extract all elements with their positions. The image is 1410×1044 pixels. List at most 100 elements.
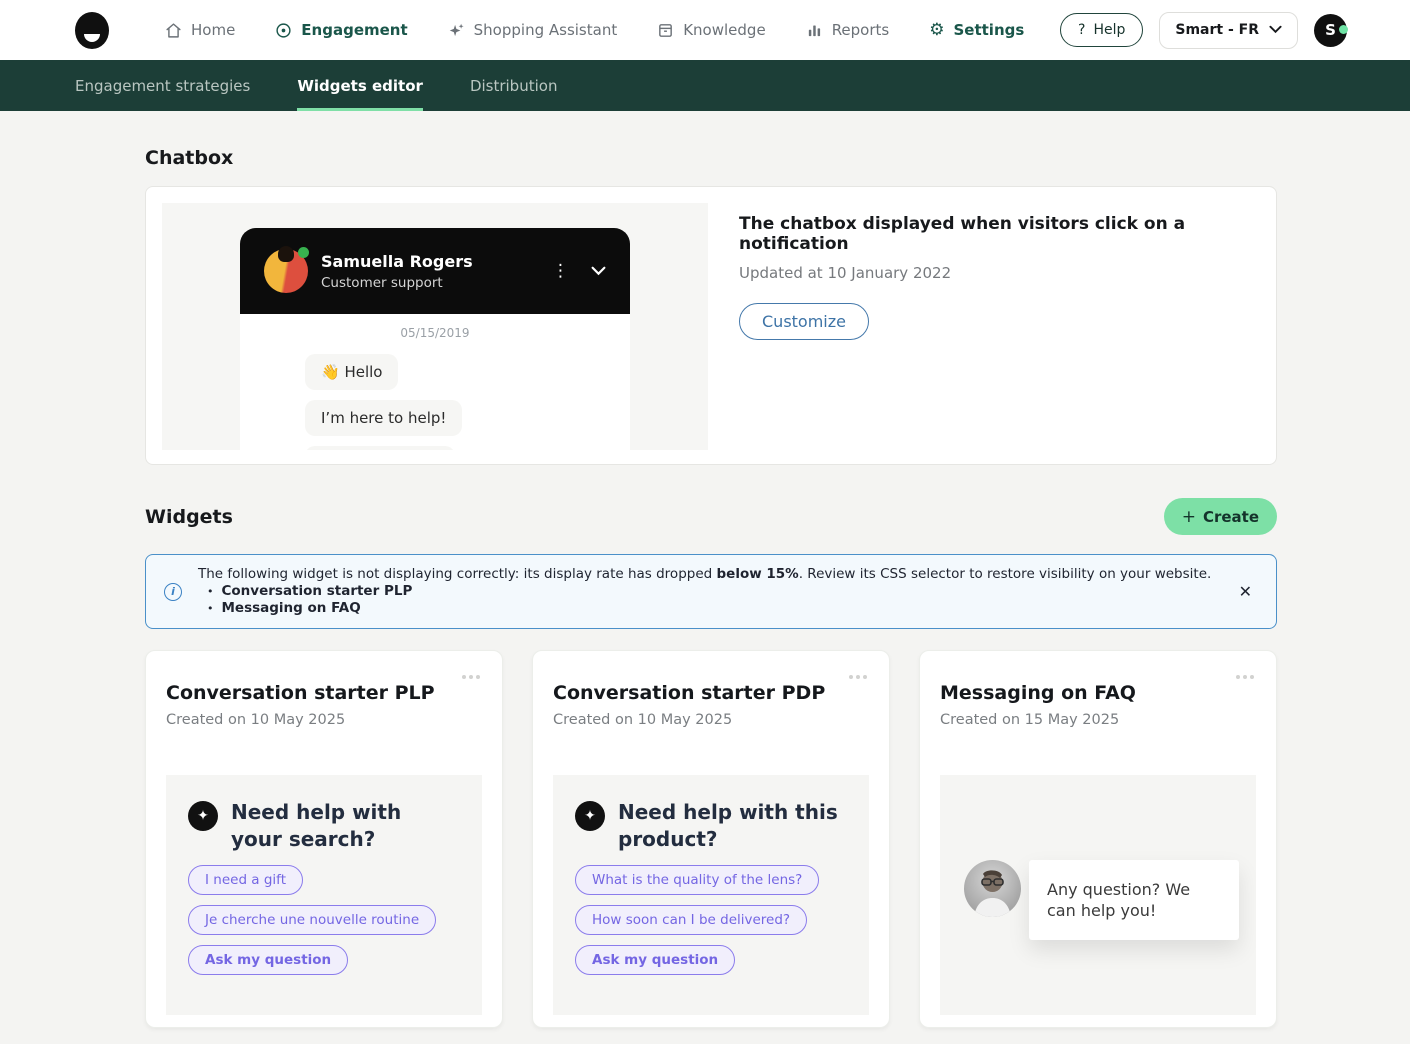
nav-item-engagement[interactable]: Engagement — [275, 21, 407, 39]
avatar-initial: S — [1325, 21, 1336, 39]
tab-distribution[interactable]: Distribution — [470, 60, 558, 111]
card-kebab-icon[interactable] — [462, 675, 480, 679]
chat-widget-body: 05/15/2019 👋 Hello I’m here to help! — [240, 314, 630, 450]
alert-list-item: • Conversation starter PLP — [198, 583, 1217, 600]
nav-item-label: Engagement — [301, 21, 407, 39]
alert-body: The following widget is not displaying c… — [198, 566, 1217, 617]
primary-nav: Home Engagement Shopping Assistant Knowl… — [165, 21, 1024, 39]
top-nav-right: ? Help Smart - FR S — [1060, 12, 1347, 49]
widget-card-title: Conversation starter PLP — [166, 682, 482, 704]
agent-name: Samuella Rogers — [321, 252, 473, 271]
info-icon: i — [164, 583, 182, 601]
widget-card-title: Conversation starter PDP — [553, 682, 869, 704]
agent-avatar — [264, 249, 308, 293]
collapse-chevron-icon[interactable] — [591, 266, 606, 276]
quick-reply-button[interactable]: Je cherche une nouvelle routine — [188, 905, 436, 935]
quick-reply-button[interactable]: What is the quality of the lens? — [575, 865, 819, 895]
bullet-icon: • — [207, 600, 214, 617]
chat-message-bubble: 👋 Hello — [305, 354, 398, 390]
widget-cards: Conversation starter PLP Created on 10 M… — [145, 650, 1277, 1028]
project-selector-value: Smart - FR — [1175, 22, 1259, 38]
widget-preview: ✦ Need help with this product? What is t… — [553, 775, 869, 1015]
chevron-down-icon — [1269, 22, 1282, 38]
widgets-header: Widgets + Create — [145, 498, 1277, 535]
alert-text: The following widget is not displaying c… — [198, 566, 1217, 583]
tab-label: Engagement strategies — [75, 77, 250, 95]
question-mark-icon: ? — [1078, 22, 1085, 38]
widget-card-created-date: Created on 10 May 2025 — [166, 712, 482, 728]
widgets-section-title: Widgets — [145, 506, 233, 528]
help-label: Help — [1093, 22, 1125, 38]
chat-widget: Samuella Rogers Customer support ⋮ 05/15… — [240, 228, 630, 450]
card-kebab-icon[interactable] — [1236, 675, 1254, 679]
chat-header-actions: ⋮ — [552, 263, 606, 280]
chatbox-preview: Samuella Rogers Customer support ⋮ 05/15… — [162, 203, 708, 450]
widget-card-conversation-starter-plp: Conversation starter PLP Created on 10 M… — [145, 650, 503, 1028]
quick-reply-list: What is the quality of the lens? How soo… — [575, 865, 847, 975]
quick-reply-button[interactable]: Ask my question — [188, 945, 348, 975]
customize-button[interactable]: Customize — [739, 303, 869, 340]
widget-card-created-date: Created on 10 May 2025 — [553, 712, 869, 728]
bullet-icon: • — [207, 583, 214, 600]
tab-widgets-editor[interactable]: Widgets editor — [297, 60, 423, 111]
chat-message-bubble — [305, 446, 455, 450]
chatbox-description: The chatbox displayed when visitors clic… — [739, 214, 1260, 254]
nav-item-label: Reports — [832, 21, 890, 39]
tab-label: Distribution — [470, 77, 558, 95]
agent-role: Customer support — [321, 275, 473, 291]
widget-preview: ✦ Need help with your search? I need a g… — [166, 775, 482, 1015]
quick-reply-button[interactable]: Ask my question — [575, 945, 735, 975]
widget-preview: Any question? We can help you! — [940, 775, 1256, 1015]
top-navbar: Home Engagement Shopping Assistant Knowl… — [0, 0, 1410, 60]
user-avatar[interactable]: S — [1314, 14, 1347, 47]
agent-meta: Samuella Rogers Customer support — [321, 252, 473, 291]
starter-heading-row: ✦ Need help with your search? — [188, 799, 460, 853]
online-status-dot — [1339, 25, 1348, 34]
widget-card-title: Messaging on FAQ — [940, 682, 1256, 704]
chatbox-card: Samuella Rogers Customer support ⋮ 05/15… — [145, 186, 1277, 465]
starter-heading-row: ✦ Need help with this product? — [575, 799, 847, 853]
nav-item-knowledge[interactable]: Knowledge — [657, 21, 765, 39]
secondary-navbar: Engagement strategies Widgets editor Dis… — [0, 60, 1410, 111]
sparkle-badge-icon: ✦ — [188, 801, 218, 831]
tab-label: Widgets editor — [297, 77, 423, 95]
nav-item-label: Shopping Assistant — [474, 21, 618, 39]
brand-logo[interactable] — [75, 12, 109, 49]
kebab-menu-icon[interactable]: ⋮ — [552, 263, 569, 280]
widget-card-messaging-on-faq: Messaging on FAQ Created on 15 May 2025 … — [919, 650, 1277, 1028]
chatbox-info: The chatbox displayed when visitors clic… — [708, 203, 1260, 448]
bar-chart-icon — [806, 22, 823, 39]
tab-engagement-strategies[interactable]: Engagement strategies — [75, 60, 250, 111]
engagement-icon — [275, 22, 292, 39]
quick-reply-button[interactable]: I need a gift — [188, 865, 303, 895]
close-icon[interactable]: ✕ — [1233, 580, 1258, 603]
home-icon — [165, 22, 182, 39]
starter-question: Need help with your search? — [231, 799, 456, 853]
widget-card-created-date: Created on 15 May 2025 — [940, 712, 1256, 728]
chat-message-bubble: I’m here to help! — [305, 400, 462, 436]
nav-item-shopping-assistant[interactable]: Shopping Assistant — [448, 21, 618, 39]
gear-icon: ⚙ — [929, 22, 944, 39]
display-rate-alert: i The following widget is not displaying… — [145, 554, 1277, 629]
nav-item-settings[interactable]: ⚙ Settings — [929, 21, 1024, 39]
agent-online-dot — [298, 247, 309, 258]
help-button[interactable]: ? Help — [1060, 13, 1143, 47]
widget-card-conversation-starter-pdp: Conversation starter PDP Created on 10 M… — [532, 650, 890, 1028]
card-kebab-icon[interactable] — [849, 675, 867, 679]
nav-item-reports[interactable]: Reports — [806, 21, 890, 39]
sparkle-icon — [448, 22, 465, 39]
chat-widget-header: Samuella Rogers Customer support ⋮ — [240, 228, 630, 314]
quick-reply-button[interactable]: How soon can I be delivered? — [575, 905, 807, 935]
create-label: Create — [1203, 508, 1259, 526]
nav-item-home[interactable]: Home — [165, 21, 235, 39]
project-selector[interactable]: Smart - FR — [1159, 12, 1298, 49]
starter-question: Need help with this product? — [618, 799, 843, 853]
faq-message-bubble: Any question? We can help you! — [1029, 860, 1239, 940]
knowledge-icon — [657, 22, 674, 39]
chat-date: 05/15/2019 — [240, 326, 630, 340]
nav-item-label: Settings — [953, 21, 1024, 39]
quick-reply-list: I need a gift Je cherche une nouvelle ro… — [188, 865, 460, 975]
nav-item-label: Home — [191, 21, 235, 39]
chatbox-section-title: Chatbox — [145, 147, 1277, 169]
create-widget-button[interactable]: + Create — [1164, 498, 1277, 535]
